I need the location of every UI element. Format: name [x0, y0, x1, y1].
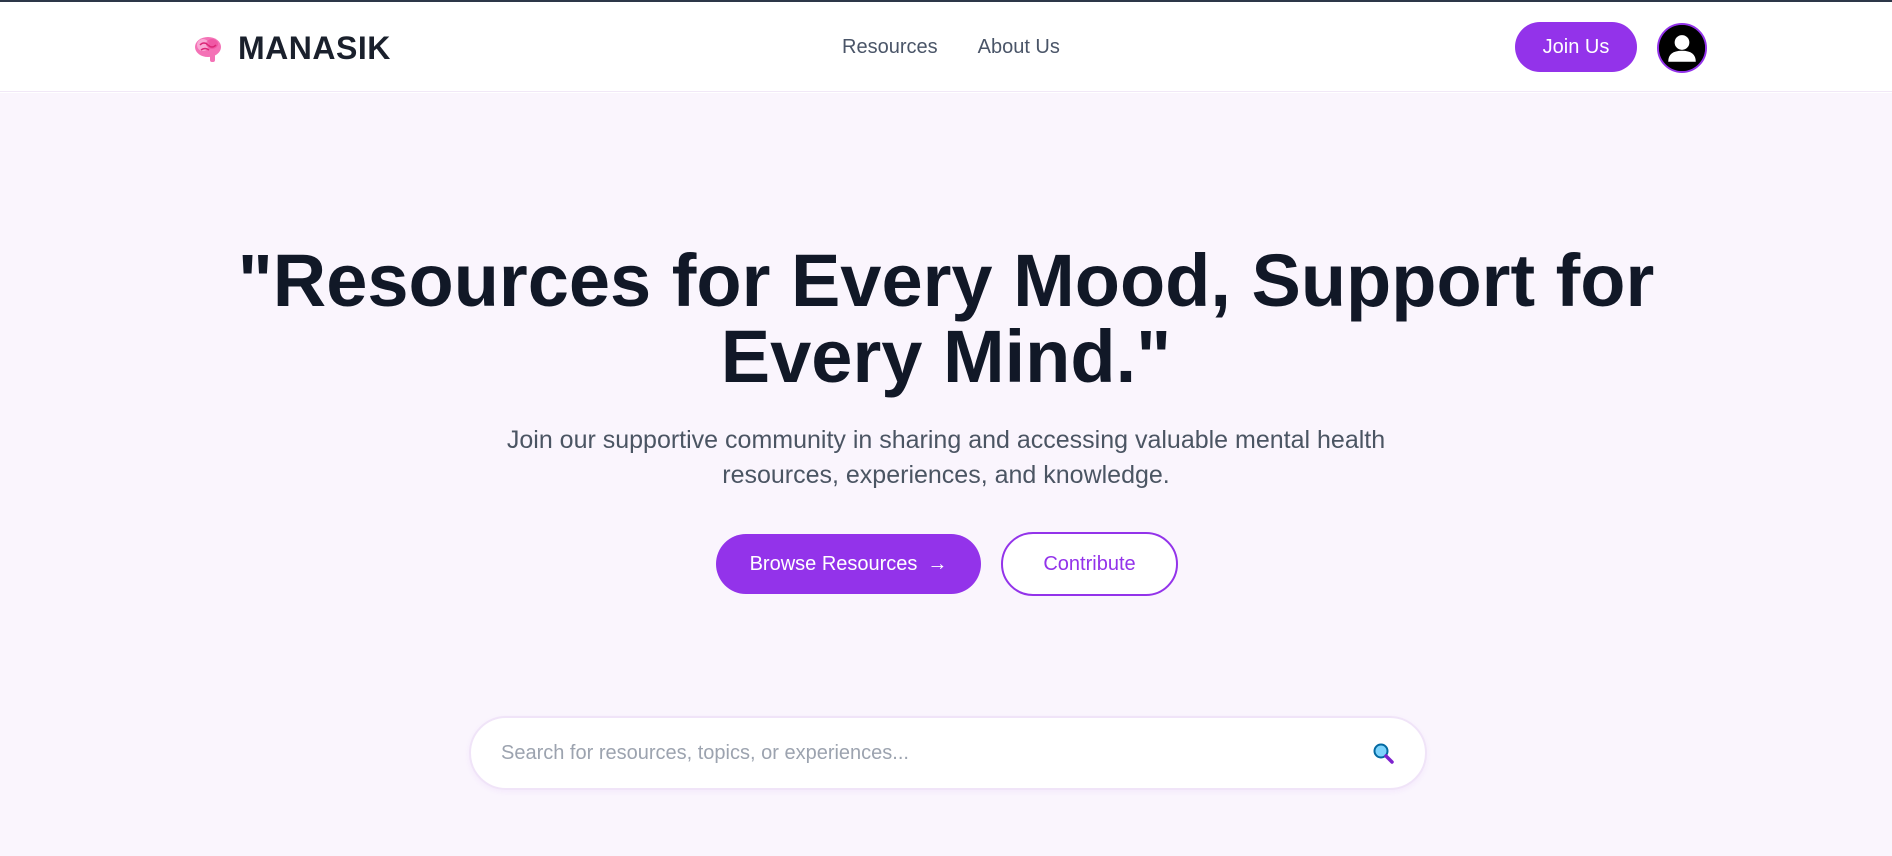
main-nav: Resources About Us [842, 36, 1060, 59]
hero-actions: Browse Resources → Contribute [716, 532, 1178, 596]
contribute-button[interactable]: Contribute [1001, 532, 1178, 596]
site-header: MANASIK Resources About Us Join Us [0, 2, 1892, 92]
user-icon [1659, 25, 1705, 71]
hero-subtitle: Join our supportive community in sharing… [506, 426, 1386, 489]
hero-title: "Resources for Every Mood, Support for E… [237, 239, 1655, 398]
arrow-right-icon: → [927, 552, 948, 575]
nav-item-resources[interactable]: Resources [842, 36, 938, 59]
browse-resources-label: Browse Resources [749, 552, 918, 575]
magnifier-icon[interactable] [1371, 741, 1395, 765]
brand-name: MANASIK [238, 30, 391, 66]
brand-logo[interactable]: MANASIK [192, 30, 391, 67]
user-avatar[interactable] [1657, 23, 1707, 73]
join-us-button[interactable]: Join Us [1515, 22, 1637, 72]
nav-item-about-us[interactable]: About Us [978, 36, 1060, 59]
search-input[interactable] [501, 741, 1371, 765]
brain-icon [195, 36, 221, 62]
browse-resources-button[interactable]: Browse Resources → [716, 534, 981, 594]
search-bar [469, 716, 1427, 790]
hero-section: "Resources for Every Mood, Support for E… [0, 93, 1892, 856]
